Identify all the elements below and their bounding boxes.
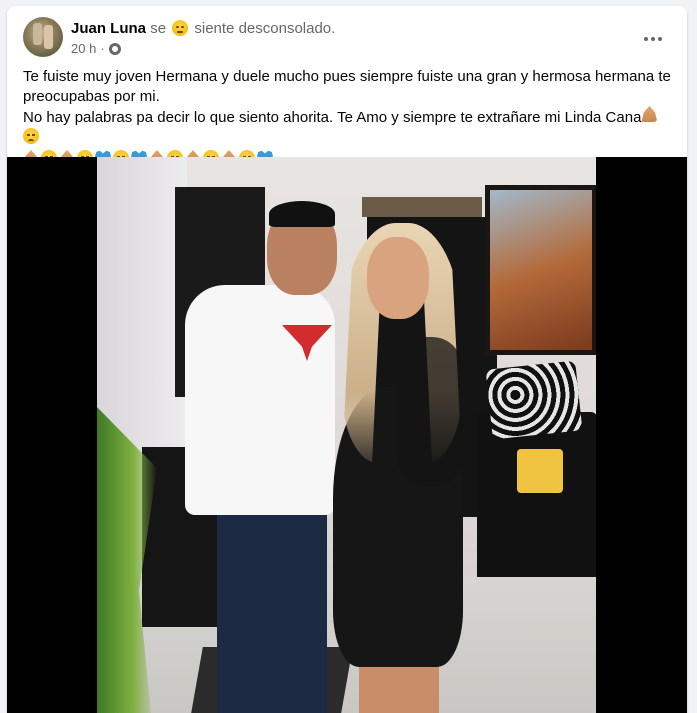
message-line-2: No hay palabras pa decir lo que siento a… <box>23 106 673 149</box>
author-name[interactable]: Juan Luna <box>71 20 146 37</box>
author-avatar[interactable] <box>23 17 63 57</box>
post-meta: 20 h · <box>71 41 121 56</box>
meta-separator: · <box>100 41 105 56</box>
photo-man-shirt <box>185 285 335 515</box>
folded-hands-icon <box>641 106 658 122</box>
photo-man-hair <box>269 201 335 227</box>
post-headline: Juan Luna se siente desconsolado. <box>71 19 335 39</box>
post-photo[interactable] <box>97 157 596 713</box>
disappointed-face-icon <box>172 20 189 36</box>
post-photo-container[interactable] <box>7 157 687 713</box>
photo-man-pants <box>217 509 327 713</box>
photo-basket <box>517 449 563 493</box>
photo-wall-frame <box>485 185 596 355</box>
photo-pillow <box>485 360 583 440</box>
post-timestamp[interactable]: 20 h <box>71 41 96 56</box>
photo-woman-legs <box>359 662 439 713</box>
globe-icon[interactable] <box>108 42 121 55</box>
post-card: Juan Luna se siente desconsolado. 20 h ·… <box>7 6 687 713</box>
more-options-icon[interactable] <box>635 25 671 53</box>
feeling-prefix: se <box>150 20 167 37</box>
photo-woman-head <box>367 237 429 319</box>
photo-woman-arm <box>397 337 462 487</box>
feeling-text[interactable]: siente desconsolado. <box>194 20 335 37</box>
message-line-2-text: No hay palabras pa decir lo que siento a… <box>23 109 642 126</box>
photo-shelf <box>362 197 482 217</box>
message-line-1: Te fuiste muy joven Hermana y duele much… <box>23 68 671 105</box>
disappointed-relieved-face-icon <box>23 127 39 144</box>
post-header: Juan Luna se siente desconsolado. 20 h · <box>23 17 671 59</box>
post-message: Te fuiste muy joven Hermana y duele much… <box>23 67 673 166</box>
